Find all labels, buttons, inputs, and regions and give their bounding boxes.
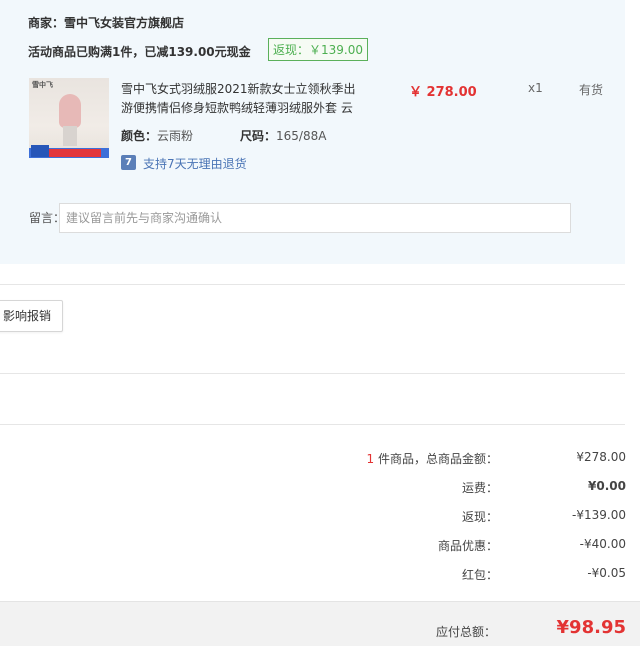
items-label-text: 件商品，总商品金额：	[374, 452, 498, 466]
discount-value: -¥40.00	[579, 537, 626, 551]
product-price: ￥ 278.00	[409, 85, 477, 100]
payable-label: 应付总额：	[435, 625, 496, 639]
return-policy-link[interactable]: 支持7天无理由退货	[143, 155, 247, 172]
product-color: 颜色：云雨粉	[121, 127, 193, 144]
product-quantity: x1	[528, 81, 543, 95]
summary-cashback-row: 返现： -¥139.00	[300, 508, 626, 526]
cashback-label: 返现：	[461, 510, 498, 524]
color-label: 颜色：	[121, 129, 158, 143]
shipping-value: ¥0.00	[588, 479, 626, 493]
discount-label: 商品优惠：	[437, 539, 498, 553]
invoice-button[interactable]: 影响报销	[0, 300, 63, 332]
promo-text: 活动商品已购满1件，已减139.00元现金	[28, 45, 251, 59]
summary-items-total: ¥278.00	[576, 450, 626, 464]
cashback-value: -¥139.00	[572, 508, 626, 522]
size-value: 165/88A	[276, 129, 327, 143]
summary-redpacket-row: 红包： -¥0.05	[300, 566, 626, 584]
divider	[0, 373, 625, 374]
payable-value: ¥98.95	[556, 617, 626, 638]
size-label: 尺码：	[240, 129, 277, 143]
model-legs	[63, 126, 77, 146]
return-policy-icon: 7	[121, 155, 136, 170]
summary-items-label: 1 件商品，总商品金额：	[367, 450, 498, 467]
model-figure	[59, 94, 81, 128]
thumbnail-brand: 雪中飞	[32, 81, 53, 89]
stock-status: 有货	[579, 83, 604, 97]
thumbnail-price-strip	[49, 149, 101, 157]
product-size: 尺码：165/88A	[240, 127, 326, 144]
merchant-info: 商家：雪中飞女装官方旗舰店	[28, 14, 184, 31]
merchant-label: 商家：	[28, 16, 65, 30]
product-title[interactable]: 雪中飞女式羽绒服2021新款女士立领秋季出游便携情侣修身短款鸭绒轻薄羽绒服外套 …	[121, 80, 359, 118]
redpacket-value: -¥0.05	[587, 566, 626, 580]
message-input[interactable]	[59, 203, 571, 233]
merchant-name[interactable]: 雪中飞女装官方旗舰店	[64, 16, 184, 30]
color-value: 云雨粉	[157, 129, 194, 143]
divider	[0, 284, 625, 285]
cashback-tag: 返现：￥139.00	[268, 38, 368, 61]
total-bar: 应付总额： ¥98.95	[0, 601, 640, 646]
summary-discount-row: 商品优惠： -¥40.00	[300, 537, 626, 555]
shipping-label: 运费：	[461, 481, 498, 495]
divider	[0, 424, 625, 425]
product-thumbnail[interactable]: 雪中飞	[29, 78, 109, 158]
thumbnail-badge	[31, 145, 49, 157]
summary-items-row: 1 件商品，总商品金额： ¥278.00	[300, 450, 626, 468]
redpacket-label: 红包：	[461, 568, 498, 582]
summary-shipping-row: 运费： ¥0.00	[300, 479, 626, 497]
